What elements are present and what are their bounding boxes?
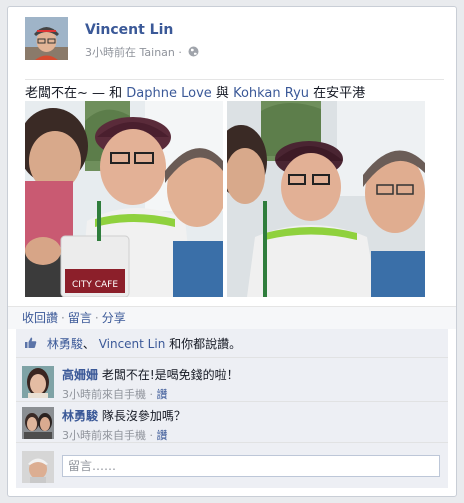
post-card: Vincent Lin 3小時前在 Tainan · 老闆不在~ — 和 Dap… bbox=[7, 6, 457, 497]
author-avatar[interactable] bbox=[25, 17, 68, 60]
comment-meta: 3小時前來自手機 · 讚 bbox=[62, 386, 444, 402]
action-separator: · bbox=[94, 311, 99, 325]
post-time[interactable]: 3小時前在 bbox=[85, 46, 136, 59]
cup-brand-text: CITY CAFE bbox=[72, 280, 118, 290]
unlike-link[interactable]: 收回讚 bbox=[22, 311, 58, 325]
photo-1[interactable]: CITY CAFE bbox=[25, 101, 223, 297]
commenter-name[interactable]: 高姍姍 bbox=[62, 368, 98, 382]
comment-composer bbox=[16, 447, 448, 485]
commenter-avatar[interactable] bbox=[22, 366, 54, 398]
message-mid: 與 bbox=[211, 86, 234, 101]
comment-time[interactable]: 3小時前來自手機 bbox=[62, 388, 146, 401]
post-actions: 收回讚 · 留言 · 分享 bbox=[8, 306, 456, 329]
message-suffix: 在安平港 bbox=[309, 86, 366, 101]
commenter-name[interactable]: 林勇駿 bbox=[62, 409, 98, 423]
comment-body: 林勇駿 隊長沒參加嗎？ 3小時前來自手機 · 讚 bbox=[62, 407, 444, 443]
message-prefix: 老闆不在~ — 和 bbox=[25, 86, 127, 101]
author-name[interactable]: Vincent Lin bbox=[85, 22, 173, 38]
comment-time[interactable]: 3小時前來自手機 bbox=[62, 429, 146, 442]
likes-suffix: 和你都說讚。 bbox=[165, 337, 242, 351]
comment-link[interactable]: 留言 bbox=[68, 311, 92, 325]
comment-like-link[interactable]: 讚 bbox=[157, 429, 168, 442]
likes-summary: 林勇駿、 Vincent Lin 和你都說讚。 bbox=[16, 331, 448, 358]
comment-meta: 3小時前來自手機 · 讚 bbox=[62, 427, 444, 443]
comment-meta-separator: · bbox=[149, 429, 154, 442]
liker-2[interactable]: Vincent Lin bbox=[99, 337, 166, 351]
post-message: 老闆不在~ — 和 Daphne Love 與 Kohkan Ryu 在安平港 bbox=[25, 79, 444, 102]
share-link[interactable]: 分享 bbox=[102, 311, 126, 325]
thumbs-up-icon bbox=[24, 332, 37, 358]
post-meta: 3小時前在 Tainan · bbox=[85, 44, 199, 60]
action-separator: · bbox=[61, 311, 65, 325]
comment-meta-separator: · bbox=[149, 388, 154, 401]
tagged-user-kohkan[interactable]: Kohkan Ryu bbox=[233, 86, 309, 101]
photo-2[interactable] bbox=[227, 101, 425, 297]
feedback-box: 林勇駿、 Vincent Lin 和你都說讚。 高姍姍 老闆不在!是喝免錢的啦！… bbox=[16, 329, 448, 488]
comment-text: 老闆不在!是喝免錢的啦！ bbox=[101, 368, 239, 382]
globe-icon[interactable] bbox=[188, 46, 199, 60]
comment-like-link[interactable]: 讚 bbox=[157, 388, 168, 401]
commenter-avatar[interactable] bbox=[22, 407, 54, 439]
comment-item: 林勇駿 隊長沒參加嗎？ 3小時前來自手機 · 讚 bbox=[16, 404, 448, 443]
likes-separator: 、 bbox=[82, 337, 95, 351]
post-header: Vincent Lin 3小時前在 Tainan · bbox=[25, 17, 446, 65]
tagged-user-daphne[interactable]: Daphne Love bbox=[126, 86, 212, 101]
meta-separator: · bbox=[178, 46, 182, 59]
post-place[interactable]: Tainan bbox=[140, 46, 175, 59]
comment-item: 高姍姍 老闆不在!是喝免錢的啦！ 3小時前來自手機 · 讚 bbox=[16, 363, 448, 402]
viewer-avatar bbox=[22, 451, 54, 483]
comment-text: 隊長沒參加嗎？ bbox=[101, 409, 186, 423]
comment-body: 高姍姍 老闆不在!是喝免錢的啦！ 3小時前來自手機 · 讚 bbox=[62, 366, 444, 402]
liker-1[interactable]: 林勇駿 bbox=[47, 337, 83, 351]
comment-input[interactable] bbox=[62, 455, 440, 477]
